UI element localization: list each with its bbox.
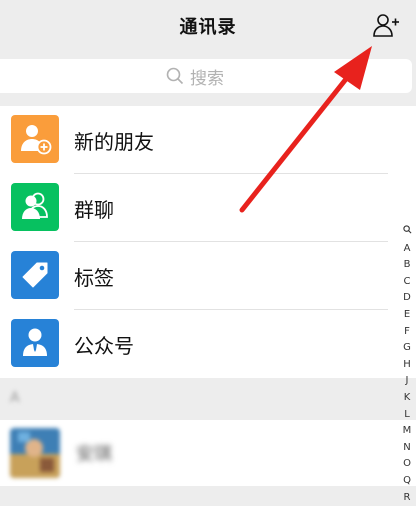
list-item-label: 公众号 — [74, 330, 134, 359]
section-letter: A — [10, 390, 20, 406]
contact-name: 安琪 — [76, 440, 112, 466]
index-letter[interactable]: E — [398, 307, 416, 324]
index-letter[interactable]: Q — [398, 473, 416, 490]
index-letter[interactable]: O — [398, 456, 416, 473]
add-friend-icon — [372, 12, 400, 40]
index-letter[interactable]: G — [398, 340, 416, 357]
index-letter[interactable]: B — [398, 257, 416, 274]
list-item-label: 标签 — [74, 262, 114, 291]
official-account-icon — [11, 319, 59, 367]
alphabet-index[interactable]: A B C D E F G H J K L M N O Q R — [398, 224, 416, 506]
search-placeholder: 搜索 — [190, 64, 224, 89]
index-letter[interactable]: R — [398, 490, 416, 506]
add-friend-button[interactable] — [372, 12, 400, 40]
page-title: 通讯录 — [0, 13, 416, 39]
tag-icon — [11, 251, 59, 299]
search-area: 搜索 — [0, 50, 416, 106]
index-letter[interactable]: K — [398, 390, 416, 407]
list-item-tags[interactable]: 标签 — [0, 242, 416, 310]
avatar — [10, 428, 60, 478]
contact-row[interactable]: 安琪 — [0, 420, 416, 486]
index-letter[interactable]: J — [398, 373, 416, 390]
index-letter[interactable]: A — [398, 241, 416, 258]
list-item-official-accounts[interactable]: 公众号 — [0, 310, 416, 378]
group-chat-icon — [11, 183, 59, 231]
search-icon — [166, 67, 184, 85]
list-item-group-chats[interactable]: 群聊 — [0, 174, 416, 242]
section-header: A — [0, 380, 416, 420]
index-letter[interactable]: L — [398, 407, 416, 424]
list-item-label: 新的朋友 — [74, 126, 154, 155]
index-search-icon[interactable] — [398, 224, 416, 241]
index-letter[interactable]: C — [398, 274, 416, 291]
list-item-new-friends[interactable]: 新的朋友 — [0, 106, 416, 174]
index-letter[interactable]: D — [398, 290, 416, 307]
top-bar: 通讯录 — [0, 0, 416, 50]
function-list: 新的朋友 群聊 标签 — [0, 106, 416, 378]
search-input[interactable]: 搜索 — [0, 59, 412, 93]
index-letter[interactable]: F — [398, 324, 416, 341]
new-friend-icon — [11, 115, 59, 163]
list-item-label: 群聊 — [74, 194, 114, 223]
index-letter[interactable]: H — [398, 357, 416, 374]
index-letter[interactable]: N — [398, 440, 416, 457]
index-letter[interactable]: M — [398, 423, 416, 440]
